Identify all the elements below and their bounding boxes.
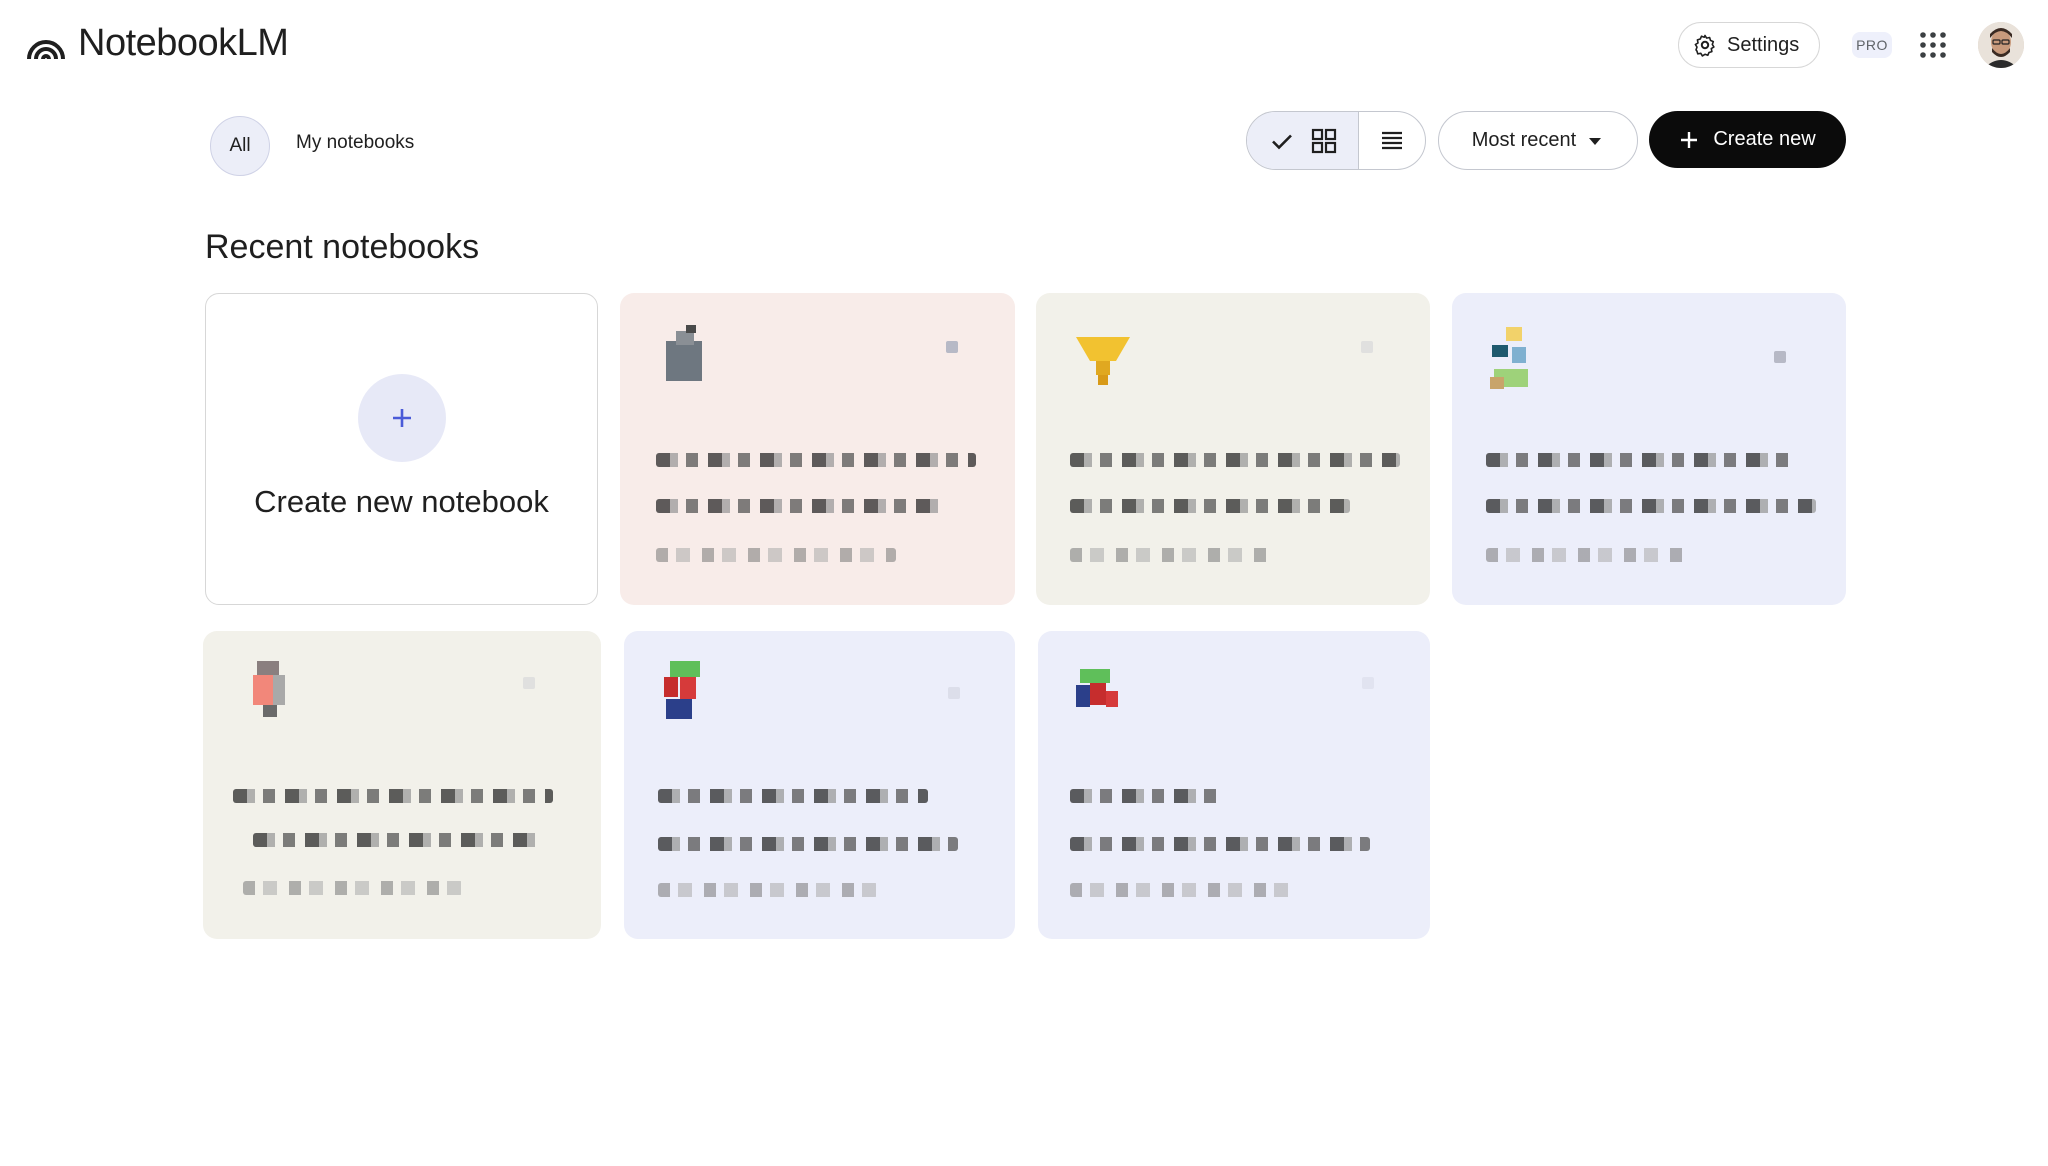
notebook-title-line: [656, 453, 976, 467]
list-icon: [1382, 131, 1402, 149]
more-options-icon[interactable]: [1361, 341, 1373, 353]
more-options-icon[interactable]: [946, 341, 958, 353]
notebooklm-logo-icon: [27, 39, 65, 59]
view-toggle: [1246, 111, 1426, 170]
create-notebook-card[interactable]: Create new notebook: [205, 293, 598, 605]
notebook-card[interactable]: [624, 631, 1015, 939]
notebook-emoji-icon: [666, 325, 702, 381]
notebook-emoji-icon: [253, 661, 285, 717]
notebook-card[interactable]: [1452, 293, 1846, 605]
pro-badge: PRO: [1852, 32, 1892, 58]
notebooklm-home: NotebookLM Settings PRO All My notebooks…: [0, 0, 2048, 1166]
apps-grid-icon[interactable]: [1918, 30, 1948, 60]
create-new-button[interactable]: Create new: [1649, 111, 1846, 168]
notebook-meta: [243, 881, 463, 895]
plus-icon: [393, 409, 411, 427]
create-notebook-label: Create new notebook: [254, 484, 549, 519]
notebook-card[interactable]: [1036, 293, 1430, 605]
sort-label: Most recent: [1471, 129, 1577, 151]
grid-view-button[interactable]: [1247, 112, 1359, 169]
notebook-title-line: [1486, 453, 1796, 467]
notebook-title-line: [656, 499, 946, 513]
notebook-meta: [1070, 548, 1270, 562]
settings-label: Settings: [1727, 33, 1800, 56]
notebook-card[interactable]: [620, 293, 1015, 605]
create-notebook-plus: [358, 374, 446, 462]
notebook-meta: [1070, 883, 1300, 897]
notebook-title-line: [658, 837, 958, 851]
caret-down-icon: [1589, 137, 1602, 145]
avatar[interactable]: [1978, 22, 2024, 68]
notebook-title-line: [253, 833, 543, 847]
app-logo[interactable]: NotebookLM: [26, 22, 289, 65]
filter-my-notebooks[interactable]: My notebooks: [296, 132, 414, 154]
notebook-meta: [658, 883, 878, 897]
grid-icon: [1311, 128, 1336, 153]
gear-icon: [1694, 34, 1715, 57]
notebook-meta: [656, 548, 896, 562]
notebook-emoji-icon: [1076, 669, 1118, 707]
check-icon: [1271, 134, 1292, 149]
notebook-card[interactable]: [203, 631, 601, 939]
filter-all-chip[interactable]: All: [210, 116, 270, 176]
user-photo-icon: [1978, 22, 2024, 68]
notebook-title-line: [233, 789, 553, 803]
sort-dropdown[interactable]: Most recent: [1438, 111, 1638, 170]
settings-button[interactable]: Settings: [1678, 22, 1820, 68]
app-title: NotebookLM: [78, 22, 289, 64]
more-options-icon[interactable]: [523, 677, 535, 689]
notebook-meta: [1486, 548, 1686, 562]
notebook-title-line: [1070, 453, 1400, 467]
create-new-label: Create new: [1713, 128, 1816, 150]
notebook-title-line: [658, 789, 928, 803]
plus-icon: [1681, 131, 1698, 148]
notebook-emoji-icon: [664, 661, 700, 719]
notebook-title-line: [1070, 499, 1350, 513]
notebook-title-line: [1070, 789, 1220, 803]
notebook-emoji-icon: [1076, 337, 1130, 385]
more-options-icon[interactable]: [1362, 677, 1374, 689]
notebook-title-line: [1070, 837, 1370, 851]
top-bar: NotebookLM Settings PRO: [0, 0, 2048, 90]
more-options-icon[interactable]: [948, 687, 960, 699]
notebook-title-line: [1486, 499, 1816, 513]
section-title: Recent notebooks: [205, 228, 480, 266]
list-view-button[interactable]: [1359, 112, 1425, 169]
notebook-card[interactable]: [1038, 631, 1430, 939]
notebook-emoji-icon: [1490, 327, 1528, 389]
more-options-icon[interactable]: [1774, 351, 1786, 363]
